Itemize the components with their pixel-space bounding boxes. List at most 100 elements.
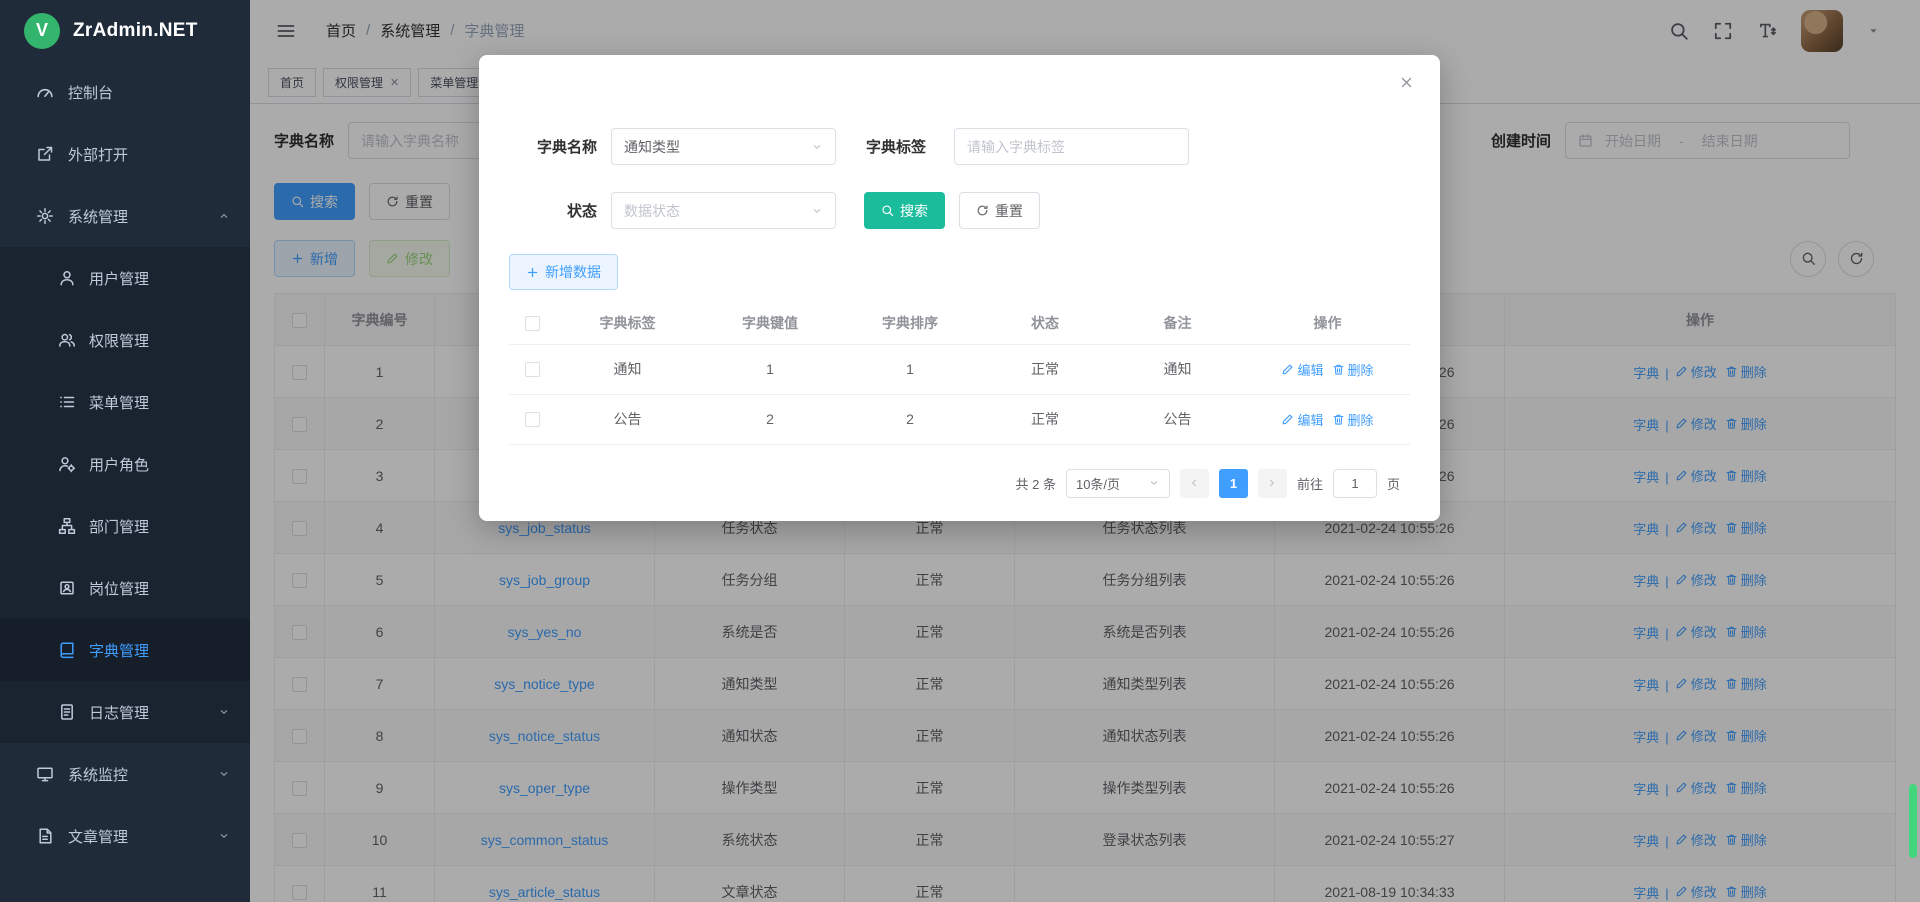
prev-page-button[interactable] (1180, 469, 1209, 498)
sidebar-item-posts[interactable]: 岗位管理 (0, 557, 250, 619)
goto-unit: 页 (1387, 474, 1400, 493)
sidebar-item-permissions[interactable]: 权限管理 (0, 309, 250, 371)
cell-dict-value: 1 (700, 344, 840, 394)
sidebar-menu: 控制台 外部打开 系统管理 用户管理 权限管理 (0, 61, 250, 867)
menu-label: 控制台 (68, 82, 113, 103)
dict-name-label: 字典名称 (509, 136, 597, 157)
dialog-reset-button[interactable]: 重置 (959, 192, 1040, 229)
app-logo: V ZrAdmin.NET (0, 0, 250, 61)
close-icon[interactable] (1399, 75, 1414, 90)
column-header: 状态 (980, 302, 1110, 344)
next-page-button[interactable] (1258, 469, 1287, 498)
menu-label: 文章管理 (68, 826, 128, 847)
menu-label: 部门管理 (89, 516, 149, 537)
sidebar-item-users[interactable]: 用户管理 (0, 247, 250, 309)
current-page[interactable]: 1 (1219, 469, 1248, 498)
add-data-button[interactable]: 新增数据 (509, 254, 618, 290)
table-header-row: 字典标签 字典键值 字典排序 状态 备注 操作 (509, 302, 1410, 344)
chevron-down-icon (218, 830, 230, 842)
chevron-down-icon (218, 768, 230, 780)
list-icon (58, 393, 76, 411)
post-badge-icon (58, 579, 76, 597)
system-submenu: 用户管理 权限管理 菜单管理 用户角色 部门管理 (0, 247, 250, 743)
chevron-down-icon (811, 141, 823, 153)
column-header: 字典排序 (840, 302, 980, 344)
sidebar-item-user-roles[interactable]: 用户角色 (0, 433, 250, 495)
article-icon (36, 827, 54, 845)
menu-label: 系统管理 (68, 206, 128, 227)
table-row: 通知 1 1 正常 通知 编辑删除 (509, 344, 1410, 394)
edit-link[interactable]: 编辑 (1281, 410, 1323, 429)
cell-status: 正常 (980, 394, 1110, 444)
chevron-down-icon (218, 706, 230, 718)
page-size-select[interactable]: 10条/页 (1066, 469, 1170, 498)
menu-label: 岗位管理 (89, 578, 149, 599)
scrollbar-thumb[interactable] (1909, 784, 1917, 858)
delete-link[interactable]: 删除 (1332, 360, 1374, 379)
status-select[interactable]: 数据状态 (611, 192, 836, 229)
pagination-total: 共 2 条 (1016, 474, 1056, 493)
monitor-icon (36, 765, 54, 783)
cell-dict-value: 2 (700, 394, 840, 444)
menu-label: 菜单管理 (89, 392, 149, 413)
sidebar: V ZrAdmin.NET 控制台 外部打开 系统管理 用户管理 (0, 0, 250, 902)
select-all-checkbox[interactable] (525, 316, 540, 331)
sidebar-item-console[interactable]: 控制台 (0, 61, 250, 123)
dict-name-select[interactable]: 通知类型 (611, 128, 836, 165)
sidebar-item-monitor[interactable]: 系统监控 (0, 743, 250, 805)
logo-icon: V (24, 13, 60, 49)
cell-status: 正常 (980, 344, 1110, 394)
menu-label: 用户管理 (89, 268, 149, 289)
chevron-up-icon (218, 210, 230, 222)
goto-page-input[interactable] (1333, 469, 1377, 498)
column-header: 字典键值 (700, 302, 840, 344)
sidebar-item-system[interactable]: 系统管理 (0, 185, 250, 247)
column-header: 备注 (1110, 302, 1245, 344)
dialog-search-button[interactable]: 搜索 (864, 192, 945, 229)
menu-label: 外部打开 (68, 144, 128, 165)
column-header: 字典标签 (555, 302, 700, 344)
status-label: 状态 (509, 200, 597, 221)
row-checkbox[interactable] (525, 412, 540, 427)
cell-dict-sort: 1 (840, 344, 980, 394)
pagination: 共 2 条 10条/页 1 前往 页 (509, 469, 1410, 498)
cell-dict-sort: 2 (840, 394, 980, 444)
dictionary-book-icon (58, 641, 76, 659)
cell-remark: 通知 (1110, 344, 1245, 394)
org-tree-icon (58, 517, 76, 535)
cell-dict-label: 公告 (555, 394, 700, 444)
users-icon (58, 331, 76, 349)
sidebar-item-menus[interactable]: 菜单管理 (0, 371, 250, 433)
cell-dict-label: 通知 (555, 344, 700, 394)
dict-tag-label: 字典标签 (866, 136, 926, 157)
user-icon (58, 269, 76, 287)
sidebar-item-articles[interactable]: 文章管理 (0, 805, 250, 867)
external-link-icon (36, 145, 54, 163)
gear-icon (36, 207, 54, 225)
dashboard-icon (36, 83, 54, 101)
chevron-down-icon (1148, 477, 1160, 489)
sidebar-item-logs[interactable]: 日志管理 (0, 681, 250, 743)
menu-label: 日志管理 (89, 702, 149, 723)
sidebar-item-departments[interactable]: 部门管理 (0, 495, 250, 557)
table-row: 公告 2 2 正常 公告 编辑删除 (509, 394, 1410, 444)
row-checkbox[interactable] (525, 362, 540, 377)
log-icon (58, 703, 76, 721)
cell-remark: 公告 (1110, 394, 1245, 444)
menu-label: 字典管理 (89, 640, 149, 661)
user-role-icon (58, 455, 76, 473)
dict-data-table: 字典标签 字典键值 字典排序 状态 备注 操作 通知 1 1 正常 通知 编辑删… (509, 302, 1410, 445)
edit-link[interactable]: 编辑 (1281, 360, 1323, 379)
dialog-filter-row2: 状态 数据状态 搜索 重置 (509, 192, 1410, 229)
dialog-filter-row: 字典名称 通知类型 字典标签 (509, 128, 1410, 165)
column-header: 操作 (1245, 302, 1410, 344)
menu-label: 系统监控 (68, 764, 128, 785)
dict-tag-input[interactable] (954, 128, 1189, 165)
menu-label: 权限管理 (89, 330, 149, 351)
chevron-down-icon (811, 205, 823, 217)
delete-link[interactable]: 删除 (1332, 410, 1374, 429)
sidebar-item-external[interactable]: 外部打开 (0, 123, 250, 185)
app-title: ZrAdmin.NET (73, 20, 198, 42)
sidebar-item-dictionary[interactable]: 字典管理 (0, 619, 250, 681)
goto-label: 前往 (1297, 474, 1323, 493)
